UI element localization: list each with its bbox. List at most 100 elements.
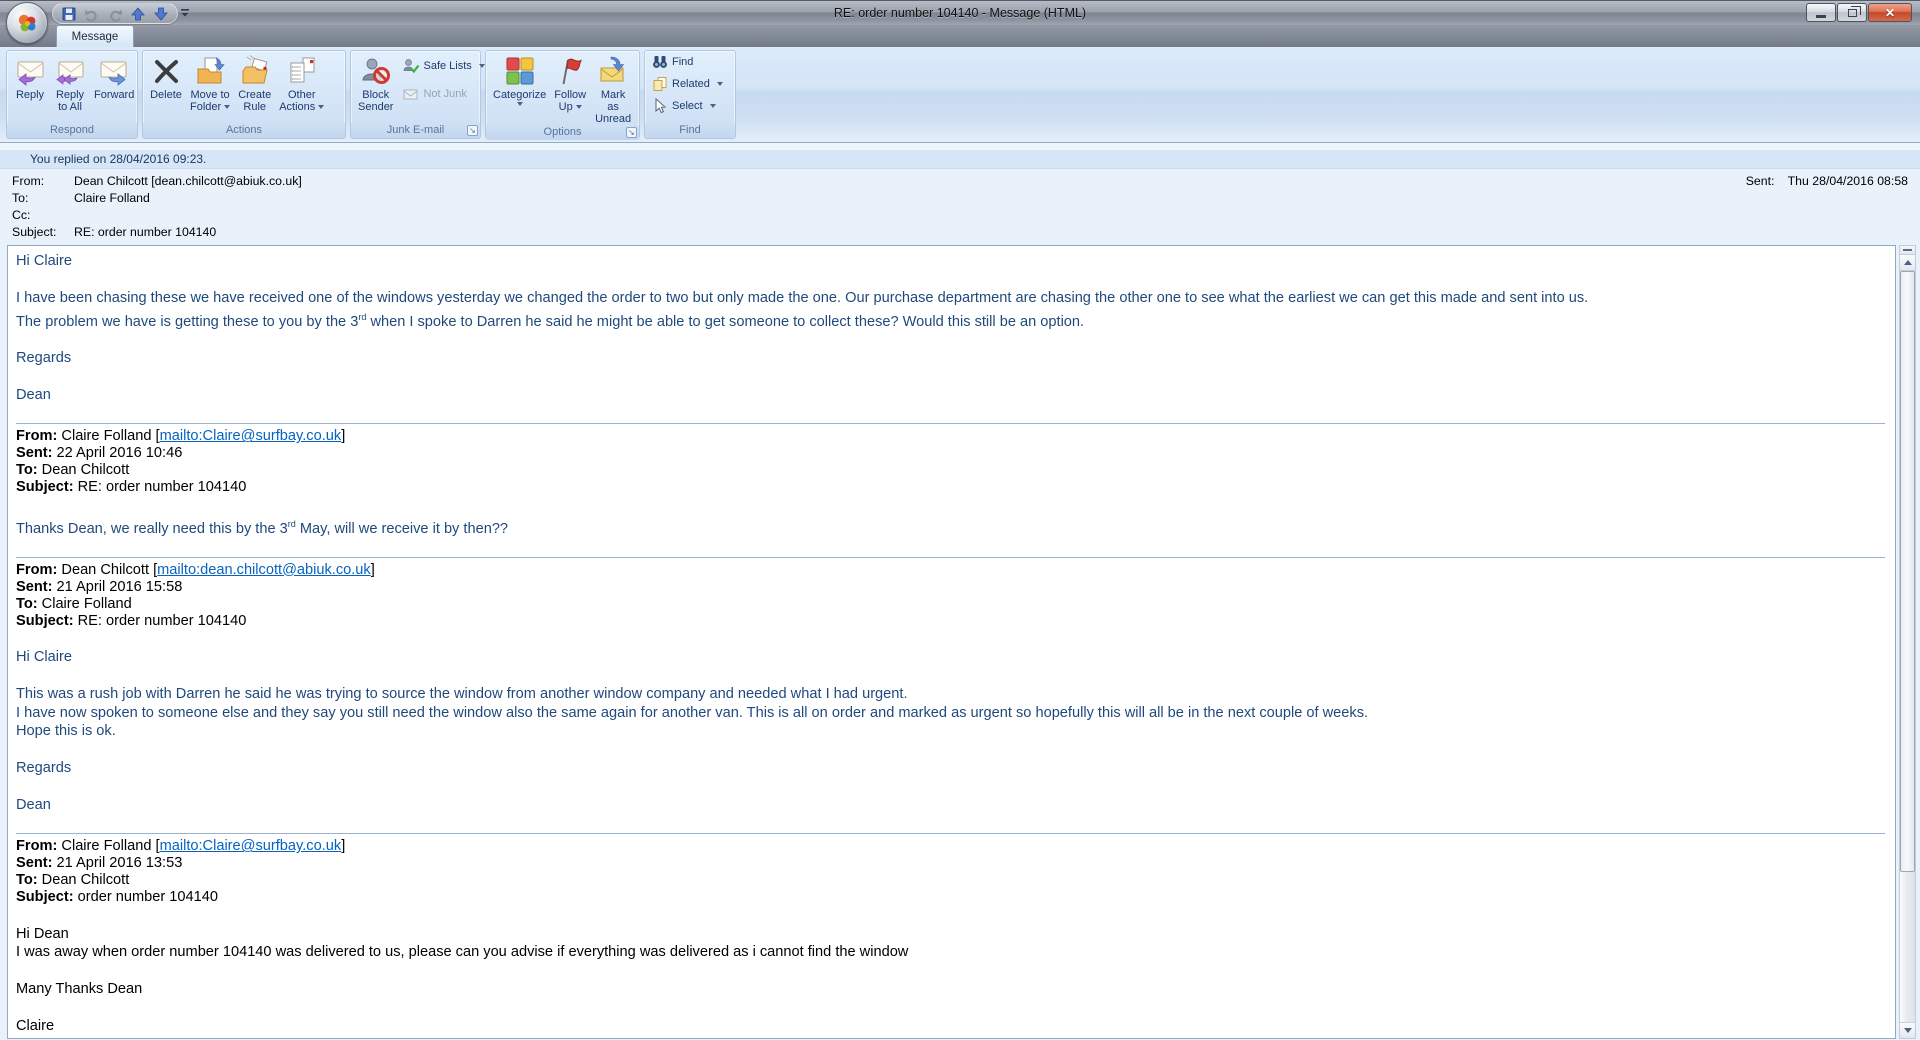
body-blank-line [16,271,1885,290]
block-sender-button[interactable]: Block Sender [354,52,397,113]
body-text: Claire Folland [ [57,838,159,854]
not-junk-button[interactable]: Not Junk [399,84,488,104]
body-paragraph: Regards [16,759,1885,778]
dropdown-caret-icon [576,105,582,109]
other-actions-button[interactable]: Other Actions [275,52,328,113]
body-paragraph: Hi Claire [16,252,1885,271]
previous-item-icon[interactable] [130,6,146,22]
to-label: To: [12,190,74,207]
restore-button[interactable] [1837,3,1867,22]
follow-up-button[interactable]: Follow Up [550,52,590,113]
junk-dialog-launcher-icon[interactable]: ↘ [467,125,478,136]
options-dialog-launcher-icon[interactable]: ↘ [626,127,637,138]
body-blank-line [16,368,1885,387]
body-blank-line [16,999,1885,1018]
dropdown-caret-icon [717,82,723,86]
sent-value: Thu 28/04/2016 08:58 [1788,174,1908,188]
body-text: This was a rush job with Darren he said … [16,686,908,702]
email-link[interactable]: mailto:Claire@surfbay.co.uk [160,428,342,444]
ribbon-tab-row: Message [0,25,1920,47]
mark-as-unread-button[interactable]: Mark as Unread [590,52,636,125]
body-paragraph: Many Thanks Dean [16,980,1885,999]
body-line: This was a rush job with Darren he said … [16,685,1885,704]
quoted-header-block: From: Claire Folland [mailto:Claire@surf… [16,423,1885,496]
body-text: Dean [16,797,51,813]
body-text: Hope this is ok. [16,723,116,739]
scrollbar-thumb[interactable] [1900,271,1915,872]
body-text: Dean Chilcott [38,872,130,888]
email-link[interactable]: mailto:dean.chilcott@abiuk.co.uk [157,562,371,578]
categorize-button[interactable]: Categorize [489,52,550,106]
body-line: Regards [16,759,1885,778]
forward-button[interactable]: Forward [90,52,138,101]
office-button[interactable] [6,2,48,44]
body-line: Hi Dean [16,925,1885,944]
reply-info-bar: You replied on 28/04/2016 09:23. [0,150,1920,169]
email-link[interactable]: mailto:Claire@surfbay.co.uk [160,838,342,854]
body-text: order number 104140 [74,889,218,905]
splitter-grip-icon[interactable] [1900,246,1915,255]
scroll-up-button[interactable] [1900,255,1915,271]
scroll-down-button[interactable] [1900,1022,1915,1038]
body-text: May, will we receive it by then?? [296,521,508,537]
tab-message[interactable]: Message [56,25,134,47]
header-row-cc: Cc: [0,207,1920,224]
body-text: I have now spoken to someone else and th… [16,705,1368,721]
scrollbar[interactable] [1899,245,1916,1039]
body-text: Hi Claire [16,649,72,665]
header-sent: Sent: Thu 28/04/2016 08:58 [1746,173,1908,190]
quoted-header-label: From: [16,428,57,444]
quoted-header-label: To: [16,596,38,612]
body-text: ] [341,838,345,854]
dropdown-caret-icon [224,105,230,109]
quoted-header-label: Sent: [16,445,52,461]
select-button[interactable]: Select [648,96,720,116]
customize-quick-access-icon[interactable] [178,6,192,20]
create-rule-button[interactable]: Create Rule [234,52,275,113]
body-line: To: Dean Chilcott [16,872,1885,889]
dropdown-caret-icon [318,105,324,109]
body-blank-line [16,906,1885,925]
window-controls: ✕ [1806,3,1912,22]
reply-button[interactable]: Reply [10,52,50,101]
minimize-button[interactable] [1806,3,1836,22]
related-button[interactable]: Related [648,74,727,94]
undo-icon[interactable] [84,6,100,22]
office-logo-icon [15,11,39,35]
quoted-header-label: From: [16,838,57,854]
body-line: Sent: 21 April 2016 15:58 [16,579,1885,596]
group-label-junk-email: Junk E-mail ↘ [351,123,480,138]
scrollbar-track[interactable] [1900,271,1915,1022]
close-button[interactable]: ✕ [1868,3,1912,22]
body-text: RE: order number 104140 [74,613,247,629]
forward-icon [98,55,130,87]
body-text: Regards [16,350,71,366]
body-line: The problem we have is getting these to … [16,308,1885,331]
ribbon-group-junk-email: Block Sender Safe Lists [350,50,481,139]
quoted-header-label: Subject: [16,479,74,495]
dropdown-caret-icon [479,64,485,68]
create-rule-icon [239,55,271,87]
body-line: I have now spoken to someone else and th… [16,704,1885,723]
outlook-message-window: RE: order number 104140 - Message (HTML) [0,0,1920,1040]
quoted-header-label: Sent: [16,855,52,871]
quoted-header-label: Sent: [16,579,52,595]
body-line: Thanks Dean, we really need this by the … [16,515,1885,538]
find-button[interactable]: Find [648,52,697,72]
delete-button[interactable]: Delete [146,52,186,101]
subject-label: Subject: [12,224,74,241]
save-icon[interactable] [61,6,77,22]
reply-to-all-button[interactable]: Reply to All [50,52,90,113]
select-cursor-icon [652,98,668,114]
scroll-down-icon [1904,1028,1912,1033]
body-blank-line [16,331,1885,350]
redo-icon[interactable] [107,6,123,22]
safe-lists-button[interactable]: Safe Lists [399,56,488,76]
next-item-icon[interactable] [153,6,169,22]
body-paragraph: Hi Claire [16,648,1885,667]
body-blank-line [16,778,1885,797]
body-blank-line [16,815,1885,834]
move-to-folder-button[interactable]: Move to Folder [186,52,234,113]
body-paragraph: Claire [16,1017,1885,1036]
body-line: Claire [16,1017,1885,1036]
